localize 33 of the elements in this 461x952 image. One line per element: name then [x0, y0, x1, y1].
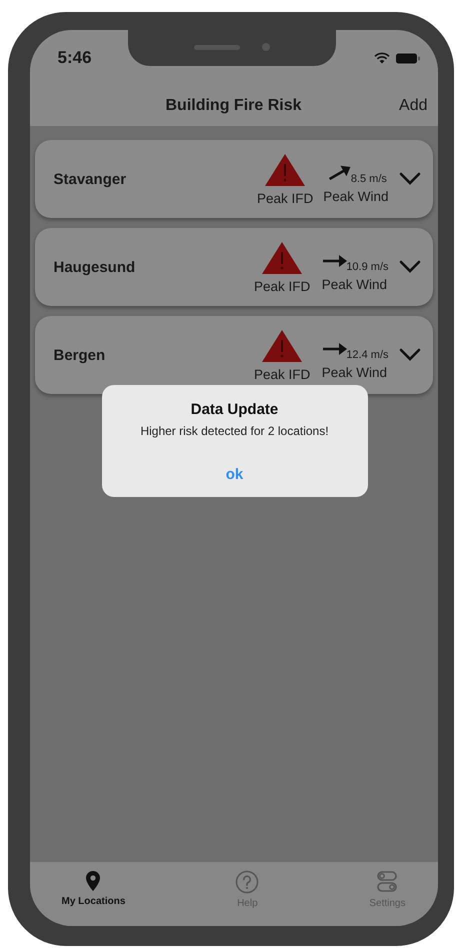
wind-label: Peak Wind [323, 188, 388, 204]
wind-speed: 8.5 m/s [350, 172, 387, 184]
location-card[interactable]: Stavanger Peak IFD 8.5 m/s Peak Wind [34, 140, 432, 218]
status-time: 5:46 [58, 48, 92, 68]
ifd-label: Peak IFD [254, 278, 310, 294]
toggles-icon [376, 870, 398, 894]
battery-icon [396, 52, 420, 64]
wifi-icon [374, 52, 390, 64]
location-name: Haugesund [54, 258, 136, 276]
warning-icon [261, 240, 304, 274]
tab-bar-item[interactable]: My Locations [58, 866, 130, 926]
help-icon [235, 870, 260, 894]
chevron-icon[interactable] [398, 348, 420, 362]
ok-button[interactable]: ok [214, 462, 256, 487]
alert-title: Data Update [190, 401, 278, 418]
warning-icon [261, 328, 304, 362]
wind-speed: 10.9 m/s [346, 260, 388, 272]
wind-label: Peak Wind [322, 276, 388, 292]
chevron-icon[interactable] [398, 260, 420, 274]
wind-speed: 12.4 m/s [346, 348, 388, 360]
location-name: Bergen [54, 346, 106, 364]
warning-icon [264, 152, 306, 186]
chevron-icon[interactable] [398, 172, 420, 186]
location-card[interactable]: Bergen Peak IFD 12.4 m/s Peak Wind [34, 316, 432, 394]
location-card[interactable]: Haugesund Peak IFD 10.9 m/s Peak Wind [34, 228, 432, 306]
ifd-label: Peak IFD [254, 366, 310, 382]
nav-title: Building Fire Risk [165, 97, 302, 115]
ifd-label: Peak IFD [256, 190, 314, 206]
map-pin-icon [85, 870, 102, 892]
location-name: Stavanger [54, 170, 128, 188]
alert-message: Higher risk detected for 2 locations! [140, 424, 329, 438]
add-button[interactable]: Add [399, 97, 428, 115]
wind-label: Peak Wind [322, 364, 388, 380]
